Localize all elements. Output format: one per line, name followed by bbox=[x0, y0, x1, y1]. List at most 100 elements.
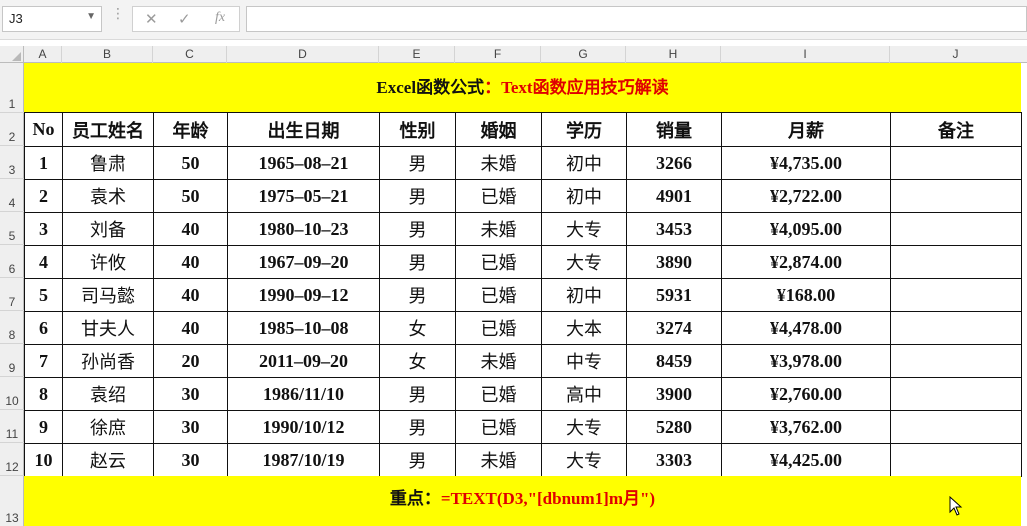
cell-age[interactable]: 30 bbox=[153, 443, 228, 477]
cell-remarks[interactable] bbox=[890, 377, 1022, 411]
formula-input[interactable] bbox=[246, 6, 1027, 32]
header-cell-sales[interactable]: 销量 bbox=[626, 112, 722, 147]
column-header-c[interactable]: C bbox=[153, 46, 227, 63]
cell-remarks[interactable] bbox=[890, 245, 1022, 279]
cell-birth-date[interactable]: 1986/11/10 bbox=[227, 377, 380, 411]
cell-name[interactable]: 徐庶 bbox=[62, 410, 154, 444]
cell-education[interactable]: 高中 bbox=[541, 377, 627, 411]
cell-name[interactable]: 刘备 bbox=[62, 212, 154, 246]
row-header-10[interactable]: 10 bbox=[0, 377, 24, 410]
cell-gender[interactable]: 男 bbox=[379, 278, 456, 312]
header-cell-no[interactable]: No bbox=[24, 112, 63, 147]
cell-name[interactable]: 袁绍 bbox=[62, 377, 154, 411]
row-header-5[interactable]: 5 bbox=[0, 212, 24, 245]
cell-salary[interactable]: ¥2,760.00 bbox=[721, 377, 891, 411]
cell-salary[interactable]: ¥2,874.00 bbox=[721, 245, 891, 279]
column-header-g[interactable]: G bbox=[541, 46, 626, 63]
cell-no[interactable]: 9 bbox=[24, 410, 63, 444]
column-header-a[interactable]: A bbox=[24, 46, 62, 63]
header-cell-birth-date[interactable]: 出生日期 bbox=[227, 112, 380, 147]
cell-age[interactable]: 30 bbox=[153, 410, 228, 444]
cell-gender[interactable]: 男 bbox=[379, 179, 456, 213]
cell-education[interactable]: 大专 bbox=[541, 443, 627, 477]
column-header-i[interactable]: I bbox=[721, 46, 890, 63]
cell-marital[interactable]: 已婚 bbox=[455, 410, 542, 444]
cell-marital[interactable]: 已婚 bbox=[455, 278, 542, 312]
row-header-6[interactable]: 6 bbox=[0, 245, 24, 278]
cell-no[interactable]: 5 bbox=[24, 278, 63, 312]
cell-education[interactable]: 初中 bbox=[541, 179, 627, 213]
cell-age[interactable]: 50 bbox=[153, 146, 228, 180]
cell-name[interactable]: 甘夫人 bbox=[62, 311, 154, 345]
row-header-13[interactable]: 13 bbox=[0, 476, 24, 526]
cell-gender[interactable]: 男 bbox=[379, 377, 456, 411]
column-header-e[interactable]: E bbox=[379, 46, 455, 63]
cell-gender[interactable]: 女 bbox=[379, 344, 456, 378]
header-cell-education[interactable]: 学历 bbox=[541, 112, 627, 147]
column-header-b[interactable]: B bbox=[62, 46, 153, 63]
cell-birth-date[interactable]: 1985–10–08 bbox=[227, 311, 380, 345]
cell-birth-date[interactable]: 1990/10/12 bbox=[227, 410, 380, 444]
cell-name[interactable]: 鲁肃 bbox=[62, 146, 154, 180]
cell-no[interactable]: 3 bbox=[24, 212, 63, 246]
cell-marital[interactable]: 已婚 bbox=[455, 179, 542, 213]
row-header-11[interactable]: 11 bbox=[0, 410, 24, 443]
cell-sales[interactable]: 4901 bbox=[626, 179, 722, 213]
cell-age[interactable]: 40 bbox=[153, 278, 228, 312]
title-banner[interactable]: Excel函数公式：Text函数应用技巧解读 bbox=[24, 63, 1021, 112]
cell-education[interactable]: 中专 bbox=[541, 344, 627, 378]
cell-sales[interactable]: 3266 bbox=[626, 146, 722, 180]
cell-salary[interactable]: ¥4,095.00 bbox=[721, 212, 891, 246]
cell-salary[interactable]: ¥2,722.00 bbox=[721, 179, 891, 213]
cell-sales[interactable]: 5280 bbox=[626, 410, 722, 444]
cell-education[interactable]: 大本 bbox=[541, 311, 627, 345]
column-header-f[interactable]: F bbox=[455, 46, 541, 63]
cell-gender[interactable]: 男 bbox=[379, 146, 456, 180]
cell-marital[interactable]: 已婚 bbox=[455, 377, 542, 411]
cell-education[interactable]: 大专 bbox=[541, 245, 627, 279]
note-banner[interactable]: 重点：=TEXT(D3,"[dbnum1]m月") bbox=[24, 476, 1021, 526]
cancel-icon[interactable]: ✕ bbox=[145, 10, 158, 28]
header-cell-salary[interactable]: 月薪 bbox=[721, 112, 891, 147]
cell-marital[interactable]: 未婚 bbox=[455, 443, 542, 477]
column-header-j[interactable]: J bbox=[890, 46, 1021, 63]
cell-no[interactable]: 2 bbox=[24, 179, 63, 213]
cell-no[interactable]: 4 bbox=[24, 245, 63, 279]
cell-remarks[interactable] bbox=[890, 146, 1022, 180]
cell-marital[interactable]: 已婚 bbox=[455, 245, 542, 279]
cell-salary[interactable]: ¥3,978.00 bbox=[721, 344, 891, 378]
cell-age[interactable]: 40 bbox=[153, 245, 228, 279]
cell-remarks[interactable] bbox=[890, 443, 1022, 477]
cell-remarks[interactable] bbox=[890, 344, 1022, 378]
header-cell-marital[interactable]: 婚姻 bbox=[455, 112, 542, 147]
chevron-down-icon[interactable]: ▼ bbox=[86, 11, 96, 22]
row-header-2[interactable]: 2 bbox=[0, 113, 24, 146]
cell-sales[interactable]: 5931 bbox=[626, 278, 722, 312]
cell-remarks[interactable] bbox=[890, 179, 1022, 213]
cell-salary[interactable]: ¥168.00 bbox=[721, 278, 891, 312]
cell-name[interactable]: 赵云 bbox=[62, 443, 154, 477]
cell-no[interactable]: 8 bbox=[24, 377, 63, 411]
fx-icon[interactable]: fx bbox=[215, 10, 225, 26]
row-header-3[interactable]: 3 bbox=[0, 146, 24, 179]
cell-education[interactable]: 初中 bbox=[541, 278, 627, 312]
cell-birth-date[interactable]: 1987/10/19 bbox=[227, 443, 380, 477]
cell-birth-date[interactable]: 1975–05–21 bbox=[227, 179, 380, 213]
cell-age[interactable]: 50 bbox=[153, 179, 228, 213]
select-all-corner[interactable] bbox=[0, 46, 24, 63]
cell-salary[interactable]: ¥4,425.00 bbox=[721, 443, 891, 477]
cell-remarks[interactable] bbox=[890, 278, 1022, 312]
cell-remarks[interactable] bbox=[890, 311, 1022, 345]
cell-birth-date[interactable]: 1967–09–20 bbox=[227, 245, 380, 279]
header-cell-gender[interactable]: 性别 bbox=[379, 112, 456, 147]
cell-name[interactable]: 袁术 bbox=[62, 179, 154, 213]
cell-education[interactable]: 大专 bbox=[541, 410, 627, 444]
cell-age[interactable]: 20 bbox=[153, 344, 228, 378]
cell-marital[interactable]: 未婚 bbox=[455, 344, 542, 378]
cell-sales[interactable]: 8459 bbox=[626, 344, 722, 378]
cell-gender[interactable]: 男 bbox=[379, 410, 456, 444]
cell-education[interactable]: 大专 bbox=[541, 212, 627, 246]
cell-education[interactable]: 初中 bbox=[541, 146, 627, 180]
cell-salary[interactable]: ¥3,762.00 bbox=[721, 410, 891, 444]
cell-gender[interactable]: 男 bbox=[379, 245, 456, 279]
